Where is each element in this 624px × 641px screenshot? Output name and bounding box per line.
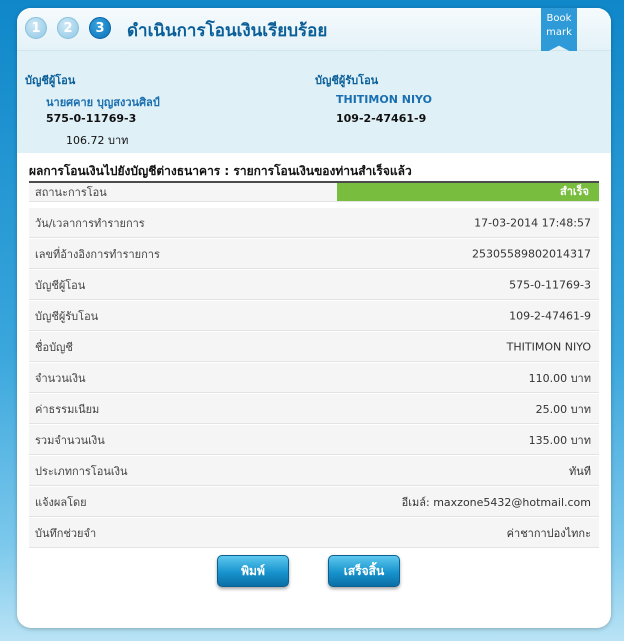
table-row: บัญชีผู้โอน 575-0-11769-3 xyxy=(29,270,599,300)
result-section-title: ผลการโอนเงินไปยังบัญชีต่างธนาคาร : รายกา… xyxy=(29,161,599,183)
row-value: อีเมล์: maxzone5432@hotmail.com xyxy=(401,495,591,509)
row-value: 575-0-11769-3 xyxy=(509,278,591,291)
table-row: จำนวนเงิน 110.00 บาท xyxy=(29,363,599,393)
row-value: ค่าชากาปองไทกะ xyxy=(506,526,591,540)
row-label: รวมจำนวนเงิน xyxy=(35,433,105,447)
to-account-label: บัญชีผู้รับโอน xyxy=(315,74,379,87)
row-value: 110.00 บาท xyxy=(528,371,591,385)
row-value: 109-2-47461-9 xyxy=(509,309,591,322)
to-account-name: THITIMON NIYO xyxy=(336,93,432,106)
row-value: 25.00 บาท xyxy=(535,402,591,416)
row-value: 25305589802014317 xyxy=(472,247,591,260)
table-row: เลขที่อ้างอิงการทำรายการ 2530558980201431… xyxy=(29,239,599,269)
row-label: ประเภทการโอนเงิน xyxy=(35,464,128,478)
row-label: แจ้งผลโดย xyxy=(35,495,87,509)
table-row: แจ้งผลโดย อีเมล์: maxzone5432@hotmail.com xyxy=(29,487,599,517)
to-account-number: 109-2-47461-9 xyxy=(336,112,427,125)
step-3-indicator: 3 xyxy=(89,17,111,39)
table-row: บัญชีผู้รับโอน 109-2-47461-9 xyxy=(29,301,599,331)
table-row: ค่าธรรมเนียม 25.00 บาท xyxy=(29,394,599,424)
from-account-balance: 106.72 บาท xyxy=(66,134,129,147)
row-label: ค่าธรรมเนียม xyxy=(35,402,100,416)
step-2-indicator: 2 xyxy=(57,17,79,39)
table-row: รวมจำนวนเงิน 135.00 บาท xyxy=(29,425,599,455)
step-1-indicator: 1 xyxy=(25,17,47,39)
row-label: เลขที่อ้างอิงการทำรายการ xyxy=(35,247,160,261)
result-details-table: สถานะการโอน สำเร็จ วัน/เวลาการทำรายการ 17… xyxy=(29,183,599,549)
table-row: วัน/เวลาการทำรายการ 17-03-2014 17:48:57 xyxy=(29,208,599,238)
step-header: 1 2 3 ดำเนินการโอนเงินเรียบร้อย Book mar… xyxy=(17,8,611,55)
row-value: 135.00 บาท xyxy=(528,433,591,447)
status-badge: สำเร็จ xyxy=(337,183,599,201)
account-summary: บัญชีผู้โอน นายศคาย บุญสงวนศิลป์ 575-0-1… xyxy=(17,51,611,153)
bookmark-ribbon-button[interactable]: Book mark xyxy=(541,8,577,55)
from-account-number: 575-0-11769-3 xyxy=(46,112,137,125)
row-value: 17-03-2014 17:48:57 xyxy=(474,216,591,229)
transfer-result-panel: 1 2 3 ดำเนินการโอนเงินเรียบร้อย Book mar… xyxy=(17,8,611,628)
status-label: สถานะการโอน xyxy=(35,186,107,199)
row-value: ทันที xyxy=(568,464,591,478)
table-row: ประเภทการโอนเงิน ทันที xyxy=(29,456,599,486)
bookmark-label-line2: mark xyxy=(546,27,572,38)
bookmark-label-line1: Book xyxy=(546,13,572,24)
table-row-status: สถานะการโอน สำเร็จ xyxy=(29,183,599,202)
from-account-name: นายศคาย บุญสงวนศิลป์ xyxy=(46,96,160,109)
finish-button[interactable]: เสร็จสิ้น xyxy=(328,555,400,587)
table-row: บันทึกช่วยจำ ค่าชากาปองไทกะ xyxy=(29,518,599,548)
page-title: ดำเนินการโอนเงินเรียบร้อย xyxy=(127,21,328,41)
row-label: บัญชีผู้รับโอน xyxy=(35,309,99,323)
row-label: ชื่อบัญชี xyxy=(35,340,73,354)
print-button[interactable]: พิมพ์ xyxy=(217,555,289,587)
row-value: THITIMON NIYO xyxy=(506,340,591,353)
row-label: วัน/เวลาการทำรายการ xyxy=(35,216,145,230)
row-label: บัญชีผู้โอน xyxy=(35,278,86,292)
row-label: บันทึกช่วยจำ xyxy=(35,526,97,540)
from-account-label: บัญชีผู้โอน xyxy=(25,74,76,87)
row-label: จำนวนเงิน xyxy=(35,371,86,385)
table-row: ชื่อบัญชี THITIMON NIYO xyxy=(29,332,599,362)
